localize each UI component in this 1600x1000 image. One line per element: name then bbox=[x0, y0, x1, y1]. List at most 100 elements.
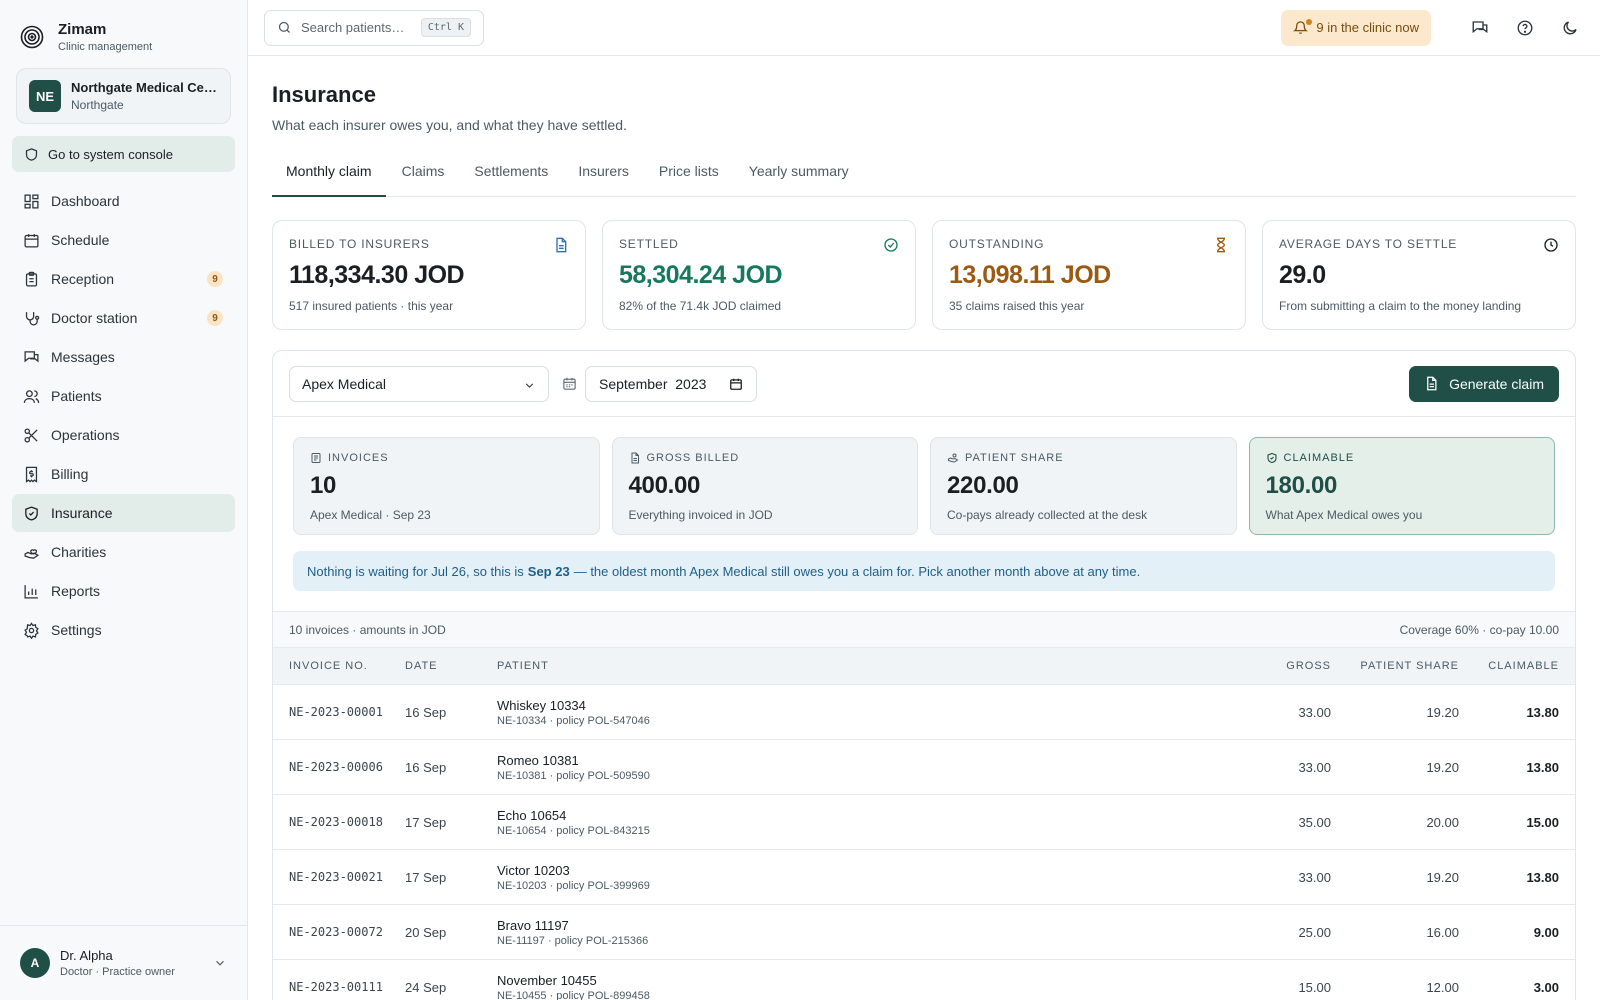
nav-label: Doctor station bbox=[51, 310, 138, 326]
logo-icon bbox=[20, 25, 44, 49]
patient-policy: NE-10334 · policy POL-547046 bbox=[497, 714, 650, 727]
invoice-date: 24 Sep bbox=[405, 979, 447, 995]
nav-item-operations[interactable]: Operations bbox=[12, 416, 235, 454]
banner-month: Sep 23 bbox=[527, 563, 570, 579]
search-placeholder: Search patients… bbox=[301, 20, 405, 35]
invoice-number: NE-2023-00072 bbox=[289, 925, 383, 939]
table-row[interactable]: NE-2023-00001 16 Sep Whiskey 10334 NE-10… bbox=[273, 685, 1575, 740]
patient-policy: NE-11197 · policy POL-215366 bbox=[497, 934, 649, 947]
clinic-avatar: NE bbox=[29, 80, 61, 112]
stat-average-days: Average days to settle 29.0 From submitt… bbox=[1262, 220, 1576, 330]
nav-label: Dashboard bbox=[51, 193, 120, 209]
stat-note: From submitting a claim to the money lan… bbox=[1279, 299, 1522, 313]
nav-item-dashboard[interactable]: Dashboard bbox=[12, 182, 235, 220]
patient-share-amount: 19.20 bbox=[1426, 869, 1459, 885]
brand[interactable]: Zimam Clinic management bbox=[0, 0, 247, 56]
tab-claims[interactable]: Claims bbox=[388, 157, 459, 197]
stat-note: 517 insured patients · this year bbox=[289, 299, 454, 313]
topbar: Search patients… Ctrl K 9 in the clinic … bbox=[248, 0, 1600, 56]
table-header: Invoice no. Date Patient Gross Patient s… bbox=[273, 647, 1575, 685]
banner-text: Nothing is waiting for Jul 26, so this i… bbox=[307, 563, 524, 579]
nav-item-messages[interactable]: Messages bbox=[12, 338, 235, 376]
summary-label: Invoices bbox=[310, 452, 583, 464]
nav-item-reports[interactable]: Reports bbox=[12, 572, 235, 610]
col-date[interactable]: Date bbox=[405, 660, 497, 672]
patient-cell: Victor 10203 NE-10203 · policy POL-39996… bbox=[497, 863, 1235, 892]
table-row[interactable]: NE-2023-00006 16 Sep Romeo 10381 NE-1038… bbox=[273, 740, 1575, 795]
main-area: Search patients… Ctrl K 9 in the clinic … bbox=[248, 0, 1600, 1000]
month-picker[interactable]: September 2023 bbox=[585, 365, 757, 402]
stat-outstanding: Outstanding 13,098.11 JOD 35 claims rais… bbox=[932, 220, 1246, 330]
nav-item-settings[interactable]: Settings bbox=[12, 611, 235, 649]
nav-item-insurance[interactable]: Insurance bbox=[12, 494, 235, 532]
insurer-select[interactable]: Apex Medical bbox=[289, 365, 549, 402]
nav-label: Schedule bbox=[51, 232, 110, 248]
table-row[interactable]: NE-2023-00021 17 Sep Victor 10203 NE-102… bbox=[273, 850, 1575, 905]
patient-share-amount: 16.00 bbox=[1426, 924, 1459, 940]
patient-share-amount: 19.20 bbox=[1426, 704, 1459, 720]
user-menu[interactable]: A Dr. Alpha Doctor · Practice owner bbox=[0, 925, 247, 1000]
patient-name: Bravo 11197 bbox=[497, 917, 569, 933]
invoice-number: NE-2023-00111 bbox=[289, 980, 383, 994]
hand-coins-icon bbox=[948, 453, 959, 463]
coverage-info: Coverage 60% · co-pay 10.00 bbox=[1399, 622, 1559, 637]
shield-check-icon bbox=[25, 505, 38, 521]
stat-value: 29.0 bbox=[1279, 261, 1326, 289]
col-claimable[interactable]: Claimable bbox=[1459, 660, 1575, 672]
tab-price-lists[interactable]: Price lists bbox=[645, 157, 733, 197]
brand-subtitle: Clinic management bbox=[58, 41, 153, 53]
patient-policy: NE-10203 · policy POL-399969 bbox=[497, 879, 650, 892]
tab-settlements[interactable]: Settlements bbox=[460, 157, 562, 197]
chat-button[interactable] bbox=[1466, 14, 1494, 42]
summary-note: What Apex Medical owes you bbox=[1265, 508, 1423, 522]
col-gross[interactable]: Gross bbox=[1235, 660, 1331, 672]
search-input[interactable]: Search patients… Ctrl K bbox=[264, 9, 484, 46]
stat-label: Billed to insurers bbox=[289, 237, 430, 251]
clinic-now-button[interactable]: 9 in the clinic now bbox=[1281, 9, 1431, 46]
gross-amount: 33.00 bbox=[1298, 869, 1331, 885]
nav-item-reception[interactable]: Reception 9 bbox=[12, 260, 235, 298]
user-avatar: A bbox=[20, 948, 50, 978]
file-icon bbox=[631, 452, 639, 464]
clinic-location: Northgate bbox=[71, 98, 124, 112]
patient-cell: Echo 10654 NE-10654 · policy POL-843215 bbox=[497, 808, 1235, 837]
tab-yearly-summary[interactable]: Yearly summary bbox=[735, 157, 863, 197]
nav-item-billing[interactable]: Billing bbox=[12, 455, 235, 493]
receipt-icon bbox=[25, 466, 38, 483]
col-invoice[interactable]: Invoice no. bbox=[273, 660, 405, 672]
col-patient-share[interactable]: Patient share bbox=[1331, 660, 1459, 672]
theme-toggle[interactable] bbox=[1556, 14, 1584, 42]
table-row[interactable]: NE-2023-00072 20 Sep Bravo 11197 NE-1119… bbox=[273, 905, 1575, 960]
stat-value: 13,098.11 JOD bbox=[949, 261, 1111, 289]
summary-patient-share: Patient share 220.00 Co-pays already col… bbox=[930, 437, 1237, 535]
stat-label: Average days to settle bbox=[1279, 237, 1458, 251]
clinic-name: Northgate Medical Ce… bbox=[71, 80, 217, 95]
chevron-down-icon bbox=[525, 382, 534, 388]
summary-label-text: Gross billed bbox=[646, 452, 740, 464]
nav-item-patients[interactable]: Patients bbox=[12, 377, 235, 415]
tab-monthly-claim[interactable]: Monthly claim bbox=[272, 157, 386, 197]
help-button[interactable] bbox=[1511, 14, 1539, 42]
invoice-number: NE-2023-00001 bbox=[289, 705, 383, 719]
nav-item-charities[interactable]: Charities bbox=[12, 533, 235, 571]
system-console-button[interactable]: Go to system console bbox=[12, 136, 235, 172]
info-banner: Nothing is waiting for Jul 26, so this i… bbox=[293, 551, 1555, 591]
brand-name: Zimam bbox=[58, 21, 107, 38]
tab-insurers[interactable]: Insurers bbox=[564, 157, 643, 197]
generate-claim-button[interactable]: Generate claim bbox=[1409, 365, 1559, 402]
col-patient[interactable]: Patient bbox=[497, 660, 1235, 672]
patient-name: Romeo 10381 bbox=[497, 752, 579, 768]
shield-icon bbox=[25, 147, 38, 161]
summary-gross-billed: Gross billed 400.00 Everything invoiced … bbox=[611, 437, 918, 535]
clinic-switcher[interactable]: NE Northgate Medical Ce… Northgate bbox=[16, 68, 231, 124]
summary-value: 220.00 bbox=[947, 472, 1019, 499]
nav-item-doctor-station[interactable]: Doctor station 9 bbox=[12, 299, 235, 337]
file-icon bbox=[1427, 376, 1437, 391]
user-name: Dr. Alpha bbox=[60, 948, 113, 963]
nav-label: Charities bbox=[51, 544, 107, 560]
table-row[interactable]: NE-2023-00111 24 Sep November 10455 NE-1… bbox=[273, 960, 1575, 1000]
invoice-number: NE-2023-00021 bbox=[289, 870, 383, 884]
hourglass-icon bbox=[1216, 237, 1226, 253]
nav-item-schedule[interactable]: Schedule bbox=[12, 221, 235, 259]
table-row[interactable]: NE-2023-00018 17 Sep Echo 10654 NE-10654… bbox=[273, 795, 1575, 850]
